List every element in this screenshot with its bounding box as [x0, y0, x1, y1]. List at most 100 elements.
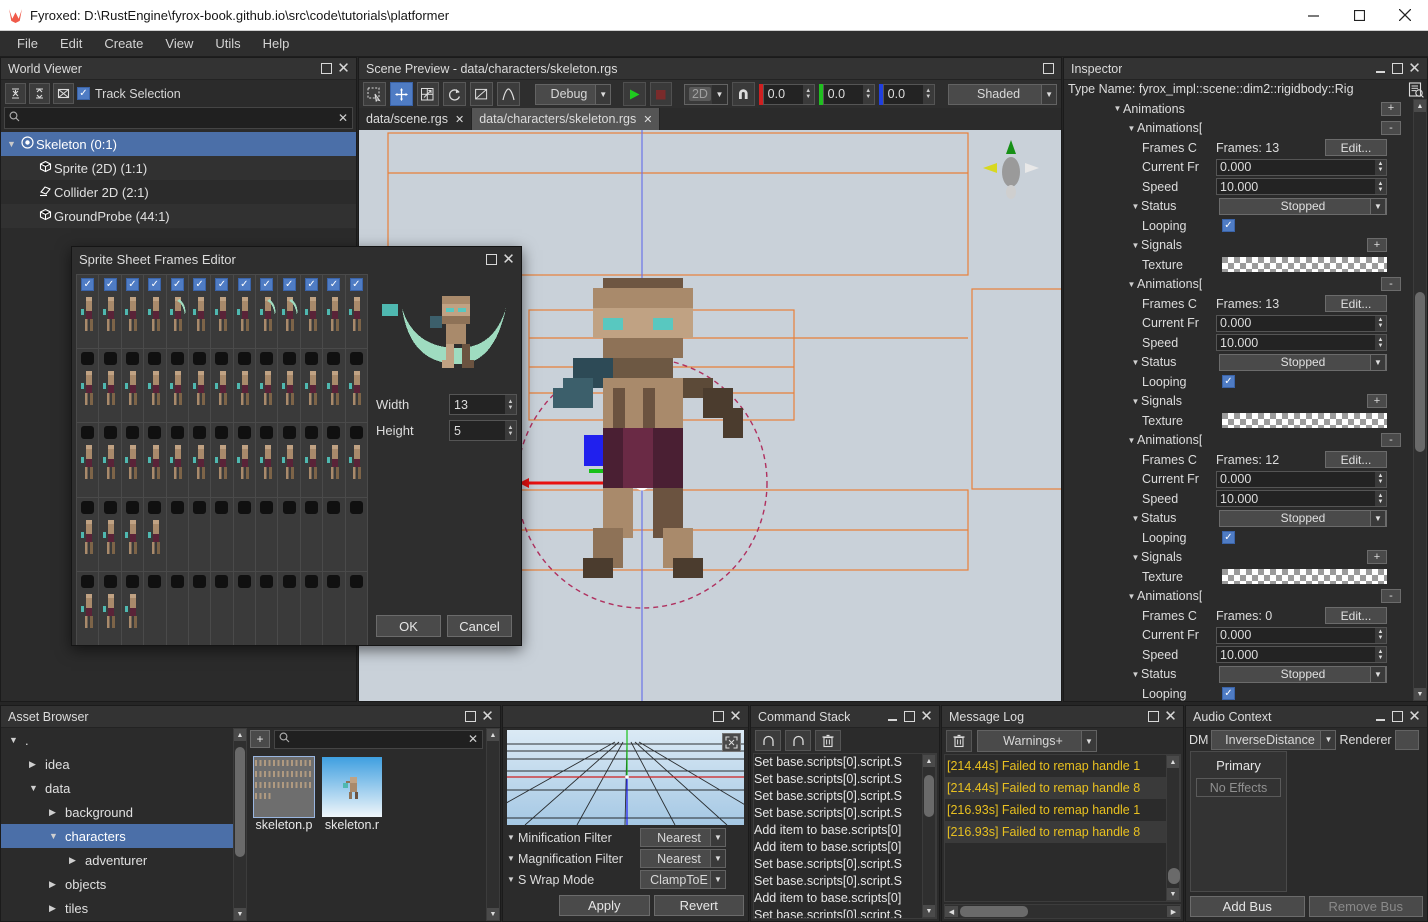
sprite-frame-checkbox[interactable]: ✓ [148, 352, 162, 366]
revert-button[interactable]: Revert [653, 895, 744, 916]
scene-node-groundprobe[interactable]: GroundProbe (44:1) [1, 204, 356, 228]
current-frame-stepper[interactable]: ▲ ▼ [1375, 315, 1386, 331]
log-message[interactable]: [216.93s] Failed to remap handle 1 [945, 799, 1166, 821]
speed-stepper[interactable]: ▲ ▼ [1375, 491, 1386, 507]
scroll-up-icon[interactable]: ▲ [1167, 756, 1179, 768]
status-select[interactable]: Stopped ▼ [1219, 509, 1387, 527]
message-log-hscrollbar[interactable]: ◀ ▶ [944, 904, 1181, 919]
asset-folder-tiles[interactable]: ▶ tiles [1, 896, 233, 920]
sprite-frame-cell[interactable]: ✓ [144, 497, 166, 571]
menu-utils[interactable]: Utils [204, 33, 251, 54]
sprite-frame-checkbox[interactable]: ✓ [215, 426, 229, 440]
stop-button[interactable] [649, 82, 673, 106]
sprite-frame-checkbox[interactable]: ✓ [305, 574, 319, 588]
log-filter-select[interactable]: Warnings+ ▼ [977, 730, 1097, 752]
asset-property-select[interactable]: Nearest ▼ [640, 849, 726, 868]
scroll-up-icon[interactable]: ▲ [234, 729, 246, 741]
sprite-frame-checkbox[interactable]: ✓ [81, 500, 95, 514]
sprite-frame-checkbox[interactable]: ✓ [327, 278, 341, 291]
current-frame-input[interactable]: 0.000 ▲ ▼ [1216, 314, 1387, 332]
asset-folder-objects[interactable]: ▶ objects [1, 872, 233, 896]
sprite-frame-cell[interactable]: ✓ [300, 497, 323, 571]
sprite-dialog-maximize-icon[interactable] [483, 251, 500, 268]
status-select[interactable]: Stopped ▼ [1219, 353, 1387, 371]
command-stack-minimize-icon[interactable] [884, 708, 901, 725]
rotate-tool-button[interactable] [443, 82, 466, 106]
chevron-right-icon[interactable]: ▶ [49, 807, 65, 818]
asset-preview-close-icon[interactable]: ✕ [727, 708, 744, 725]
asset-folder-data[interactable]: ▼ data [1, 776, 233, 800]
command-item[interactable]: Set base.scripts[0].script.S [754, 856, 922, 873]
menu-help[interactable]: Help [252, 33, 301, 54]
inspector-property-list[interactable]: ▼ Animations + ▼ Animations[- Frames C Frames:… [1064, 99, 1413, 701]
trash-icon[interactable] [946, 730, 972, 752]
sprite-frame-cell[interactable]: ✓ [77, 423, 99, 497]
texture-thumbnail[interactable] [1222, 413, 1387, 429]
sprite-frame-cell[interactable]: ✓ [323, 423, 345, 497]
chevron-right-icon[interactable]: ▶ [69, 855, 85, 866]
command-stack-scrollbar-thumb[interactable] [924, 775, 934, 817]
scene-node-sprite[interactable]: Sprite (2D) (1:1) [1, 156, 356, 180]
sprite-frame-checkbox[interactable]: ✓ [148, 426, 162, 440]
camera-orientation-gizmo[interactable] [975, 136, 1047, 208]
scroll-down-icon[interactable]: ▼ [1414, 688, 1426, 700]
asset-property-select[interactable]: ClampToE ▼ [640, 870, 726, 889]
sprite-frame-checkbox[interactable]: ✓ [193, 574, 207, 588]
sprite-frame-cell[interactable]: ✓ [345, 423, 367, 497]
sprite-frame-checkbox[interactable]: ✓ [193, 500, 207, 514]
texture-thumbnail[interactable] [1222, 257, 1387, 273]
asset-search[interactable]: ✕ [274, 729, 483, 749]
message-log-close-icon[interactable]: ✕ [1162, 708, 1179, 725]
edit-frames-button[interactable]: Edit... [1325, 295, 1387, 313]
sprite-frame-checkbox[interactable]: ✓ [148, 278, 162, 291]
add-animation-button[interactable]: + [1381, 101, 1401, 116]
edit-frames-button[interactable]: Edit... [1325, 451, 1387, 469]
chevron-down-icon[interactable]: ▼ [1130, 202, 1141, 211]
sprite-frame-cell[interactable]: ✓ [188, 571, 211, 645]
sprite-frame-cell[interactable]: ✓ [211, 571, 233, 645]
current-frame-input[interactable]: 0.000 ▲ ▼ [1216, 158, 1387, 176]
sprite-frame-cell[interactable]: ✓ [256, 571, 278, 645]
log-message[interactable]: [214.44s] Failed to remap handle 8 [945, 777, 1166, 799]
sprite-frame-cell[interactable]: ✓ [166, 497, 188, 571]
sprite-frame-cell[interactable]: ✓ [166, 423, 188, 497]
scene-node-skeleton[interactable]: ▼ Skeleton (0:1) [1, 132, 356, 156]
sprite-frame-cell[interactable]: ✓ [211, 423, 233, 497]
add-signal-button[interactable]: + [1367, 238, 1387, 253]
sprite-frame-cell[interactable]: ✓ [278, 497, 300, 571]
sprite-frame-cell[interactable]: ✓ [211, 275, 233, 349]
sprite-width-stepper[interactable]: ▲ ▼ [505, 395, 516, 414]
sprite-frame-checkbox[interactable]: ✓ [305, 426, 319, 440]
sprite-frame-checkbox[interactable]: ✓ [125, 500, 139, 514]
add-asset-button[interactable]: + [250, 730, 270, 748]
window-minimize-button[interactable] [1290, 0, 1336, 31]
sprite-frame-checkbox[interactable]: ✓ [103, 278, 117, 291]
command-stack-close-icon[interactable]: ✕ [918, 708, 935, 725]
track-selection-checkbox[interactable]: ✓ [77, 87, 90, 100]
sprite-frame-checkbox[interactable]: ✓ [349, 574, 363, 588]
distance-model-select[interactable]: InverseDistance ▼ [1211, 729, 1337, 750]
inspector-scrollbar-thumb[interactable] [1415, 292, 1425, 452]
chevron-down-icon[interactable]: ▼ [507, 833, 518, 842]
world-viewer-close-icon[interactable]: ✕ [335, 60, 352, 77]
sprite-frame-cell[interactable]: ✓ [77, 571, 99, 645]
inspector-minimize-icon[interactable] [1372, 60, 1389, 77]
asset-property-select[interactable]: Nearest ▼ [640, 828, 726, 847]
command-item[interactable]: Set base.scripts[0].script.S [754, 907, 922, 918]
sprite-frame-checkbox[interactable]: ✓ [215, 278, 229, 291]
sprite-frame-cell[interactable]: ✓ [278, 423, 300, 497]
sprite-frame-cell[interactable]: ✓ [166, 275, 188, 349]
current-frame-stepper[interactable]: ▲ ▼ [1375, 159, 1386, 175]
sprite-frame-checkbox[interactable]: ✓ [327, 352, 341, 366]
speed-stepper[interactable]: ▲ ▼ [1375, 335, 1386, 351]
sprite-frame-checkbox[interactable]: ✓ [349, 426, 363, 440]
asset-search-input[interactable] [290, 732, 468, 746]
sprite-frame-checkbox[interactable]: ✓ [349, 352, 363, 366]
sprite-frame-checkbox[interactable]: ✓ [81, 426, 95, 440]
chevron-down-icon[interactable]: ▼ [507, 854, 518, 863]
sprite-frame-checkbox[interactable]: ✓ [170, 352, 184, 366]
sprite-frame-cell[interactable]: ✓ [144, 349, 166, 423]
sprite-frame-checkbox[interactable]: ✓ [282, 574, 296, 588]
status-select[interactable]: Stopped ▼ [1219, 665, 1387, 683]
chevron-down-icon[interactable]: ▼ [1126, 436, 1137, 445]
